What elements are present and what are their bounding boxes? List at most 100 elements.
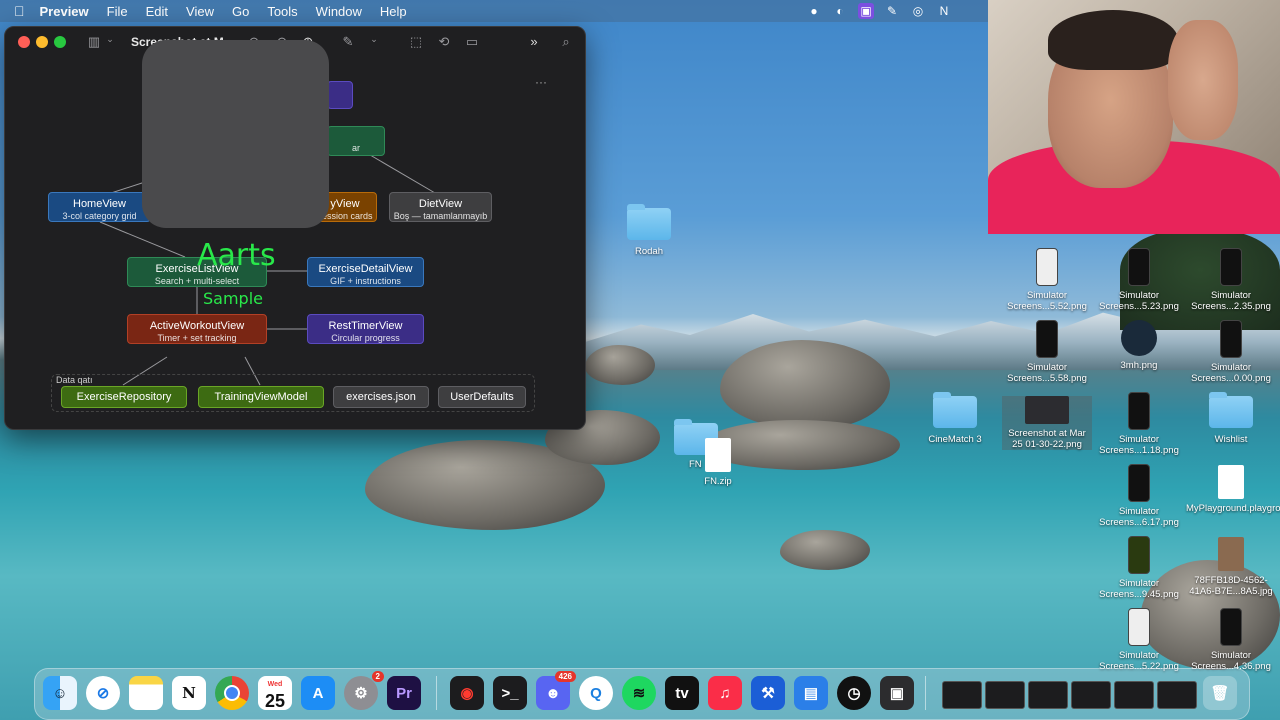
dock-xcode-icon[interactable]: ⚒ [751, 676, 785, 710]
dock-discord-icon[interactable]: ☻ 426 [536, 671, 576, 710]
dock-files-icon[interactable]: ▤ [794, 676, 828, 710]
folder-icon [627, 204, 671, 240]
discord-badge: 426 [554, 671, 576, 682]
image-file-icon [1025, 396, 1069, 424]
data-item-viewmodel: TrainingViewModel [198, 386, 324, 408]
node-subtitle: GIF + instructions [330, 276, 401, 286]
dock-minimized-window[interactable] [985, 681, 1025, 709]
menu-extras: ● ◐ ▣ ✎ ◎ N [806, 3, 952, 19]
diagram-node-homeview: HomeView 3-col category grid [48, 192, 151, 222]
menu-edit[interactable]: Edit [137, 4, 177, 19]
wallpaper-rock [780, 530, 870, 570]
dock-spotify-icon[interactable]: ≋ [622, 676, 656, 710]
desktop-file-sim-436[interactable]: Simulator Screens...4.36.png [1186, 608, 1276, 672]
dock-simulator-icon[interactable]: ▣ [880, 676, 914, 710]
photo-file-icon [1218, 537, 1244, 571]
phone-screenshot-icon [1128, 248, 1150, 286]
data-item-userdefaults: UserDefaults [438, 386, 526, 408]
apple-icon[interactable]:  [0, 3, 31, 19]
node-subtitle: Circular progress [331, 333, 400, 343]
menu-tools[interactable]: Tools [258, 4, 306, 19]
dock-appletv-icon[interactable]: tv [665, 676, 699, 710]
dock-minimized-window[interactable] [1028, 681, 1068, 709]
data-layer-label: Data qatı [56, 375, 93, 385]
dock-minimized-window[interactable] [1157, 681, 1197, 709]
dock-divider [925, 676, 926, 710]
status-pen-icon[interactable]: ✎ [884, 3, 900, 19]
overlay-label-aarts: Aarts [197, 238, 276, 273]
status-sync-icon[interactable]: ◐ [832, 3, 848, 19]
node-title: RestTimerView [328, 320, 403, 332]
desktop-file-photo[interactable]: 78FFB18D-4562-41A6-B7E...8A5.jpg [1186, 537, 1276, 597]
dock-activity-icon[interactable]: ◷ [837, 676, 871, 710]
desktop-file-sim-000[interactable]: Simulator Screens...0.00.png [1186, 320, 1276, 384]
menu-go[interactable]: Go [223, 4, 258, 19]
desktop-file-3mh[interactable]: 3mh.png [1094, 320, 1184, 371]
dock-terminal-icon[interactable]: >_ [493, 676, 527, 710]
dock-recorder-icon[interactable]: ◉ [450, 676, 484, 710]
dock-settings-icon[interactable]: ⚙ 2 [344, 671, 384, 710]
desktop-file-sim-945[interactable]: Simulator Screens...9.45.png [1094, 536, 1184, 600]
phone-screenshot-icon [1036, 320, 1058, 358]
desktop-folder-cinematch[interactable]: CineMatch 3 [910, 392, 1000, 445]
desktop-file-sim-522[interactable]: Simulator Screens...5.22.png [1094, 608, 1184, 672]
menu-view[interactable]: View [177, 4, 223, 19]
person-hair [1048, 10, 1178, 70]
diagram-node-activeworkoutview: ActiveWorkoutView Timer + set tracking [127, 314, 267, 344]
node-subtitle: 3-col category grid [62, 211, 137, 221]
dock-minimized-window[interactable] [942, 681, 982, 709]
status-wifi-icon[interactable]: ◎ [910, 3, 926, 19]
dock-minimized-window[interactable] [1114, 681, 1154, 709]
desktop-file-sim-523[interactable]: Simulator Screens...5.23.png [1094, 248, 1184, 312]
desktop-folder-rodah[interactable]: Rodah [604, 204, 694, 257]
node-subtitle: Timer + set tracking [157, 333, 237, 343]
person-hand [1168, 20, 1238, 140]
desktop-file-screenshot[interactable]: Screenshot at Mar 25 01-30-22.png [1002, 396, 1092, 450]
node-subtitle: ar [351, 143, 360, 153]
node-subtitle: Search + multi-select [154, 276, 240, 286]
desktop-file-sim-235[interactable]: Simulator Screens...2.35.png [1186, 248, 1276, 312]
desktop-folder-wishlist[interactable]: Wishlist [1186, 392, 1276, 445]
dock-appstore-icon[interactable]: A [301, 676, 335, 710]
phone-screenshot-icon [1128, 464, 1150, 502]
dock-notion-icon[interactable]: N [172, 676, 206, 710]
menu-file[interactable]: File [98, 4, 137, 19]
menu-window[interactable]: Window [307, 4, 371, 19]
dock-music-icon[interactable]: ♫ [708, 676, 742, 710]
node-title: yView [330, 198, 360, 210]
dock-calendar-icon[interactable]: Wed 25 [258, 676, 292, 710]
desktop-file-playground[interactable]: MyPlayground.playground [1186, 465, 1280, 514]
dock-divider [436, 676, 437, 710]
phone-screenshot-icon [1128, 392, 1150, 430]
dock-safari-icon[interactable]: ⊘ [86, 676, 120, 710]
data-item-json: exercises.json [333, 386, 429, 408]
desktop-file-sim-552[interactable]: Simulator Screens...5.52.png [1002, 248, 1092, 312]
dock-trash-icon[interactable]: 🗑 [1203, 676, 1237, 710]
menu-help[interactable]: Help [371, 4, 416, 19]
status-screen-icon[interactable]: ▣ [858, 3, 874, 19]
desktop-file-fnzip[interactable]: FN.zip [673, 438, 763, 487]
overlay-label-sample: Sample [203, 289, 263, 308]
phone-screenshot-icon [1128, 536, 1150, 574]
dock-minimized-window[interactable] [1071, 681, 1111, 709]
phone-screenshot-icon [1220, 248, 1242, 286]
dock-chrome-icon[interactable] [215, 676, 249, 710]
node-subtitle: Boş — tamamlanmayıb [393, 211, 488, 221]
status-dot-icon[interactable]: ● [806, 3, 822, 19]
phone-screenshot-icon [1220, 320, 1242, 358]
diagram-node-top [327, 81, 353, 109]
desktop-file-sim-118[interactable]: Simulator Screens...1.18.png [1094, 392, 1184, 456]
folder-icon [933, 392, 977, 428]
desktop-file-sim-617[interactable]: Simulator Screens...6.17.png [1094, 464, 1184, 528]
dock-quicktime-icon[interactable]: Q [579, 676, 613, 710]
phone-screenshot-icon [1220, 608, 1242, 646]
dock-notes-icon[interactable] [129, 676, 163, 710]
menu-preview[interactable]: Preview [31, 4, 98, 19]
dock-premiere-icon[interactable]: Pr [387, 676, 421, 710]
node-title: ExerciseDetailView [318, 263, 413, 275]
dock-finder-icon[interactable]: ☺ [43, 676, 77, 710]
overlay-placeholder-box [142, 40, 329, 228]
status-notion-icon[interactable]: N [936, 3, 952, 19]
desktop-file-sim-558[interactable]: Simulator Screens...5.58.png [1002, 320, 1092, 384]
diagram-node-resttimerview: RestTimerView Circular progress [307, 314, 424, 344]
